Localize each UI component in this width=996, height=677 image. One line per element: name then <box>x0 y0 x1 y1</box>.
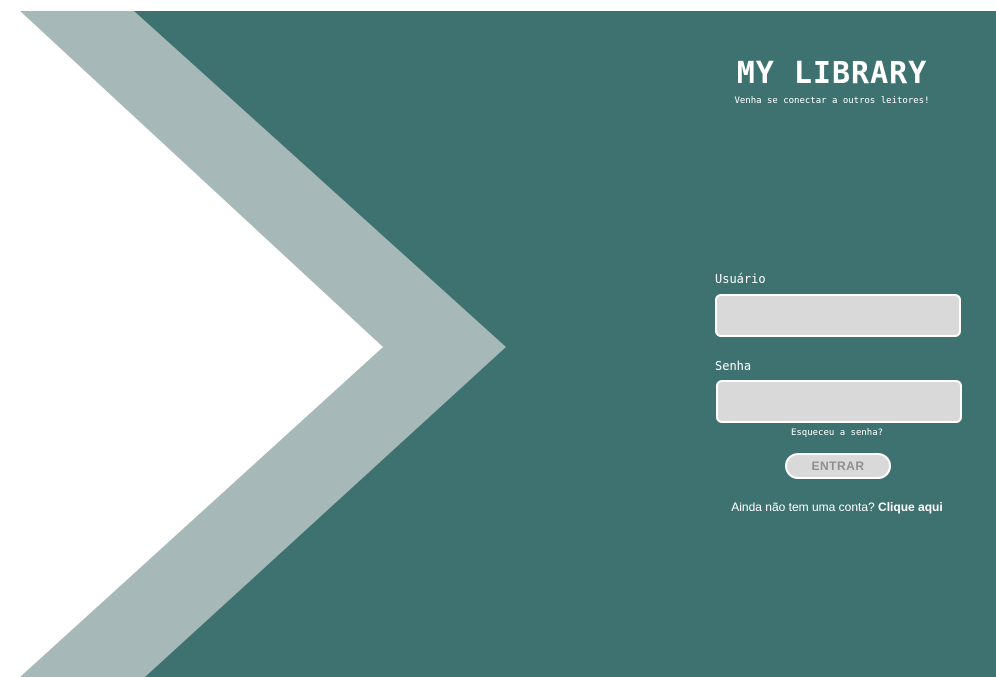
password-label: Senha <box>715 359 752 373</box>
username-input[interactable] <box>715 294 961 337</box>
login-button[interactable]: ENTRAR <box>785 453 891 479</box>
password-input[interactable] <box>716 380 962 423</box>
app-subtitle: Venha se conectar a outros leitores! <box>734 96 930 106</box>
forgot-password-link[interactable]: Esqueceu a senha? <box>714 428 960 438</box>
login-page: MY LIBRARY Venha se conectar a outros le… <box>0 0 996 677</box>
app-title: MY LIBRARY <box>736 56 928 91</box>
signup-link[interactable]: Clique aqui <box>878 500 943 514</box>
signup-prompt: Ainda não tem uma conta? Clique aqui <box>714 500 960 514</box>
signup-prompt-text: Ainda não tem uma conta? <box>731 500 875 514</box>
brand-header: MY LIBRARY Venha se conectar a outros le… <box>712 54 952 106</box>
username-label: Usuário <box>715 272 766 286</box>
